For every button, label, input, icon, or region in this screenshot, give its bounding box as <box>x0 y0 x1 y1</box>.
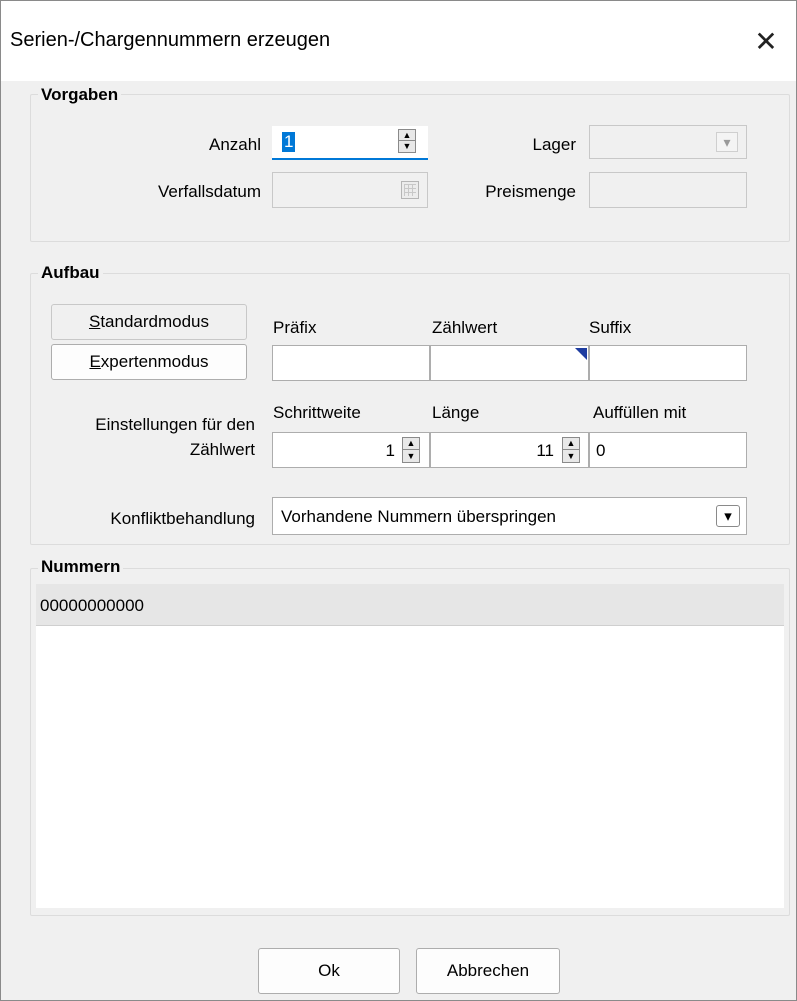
ok-button[interactable]: Ok <box>258 948 400 994</box>
indicator-icon <box>575 348 587 360</box>
list-item[interactable]: 00000000000 <box>36 584 784 626</box>
schrittweite-spinner[interactable]: ▲ ▼ <box>402 437 420 463</box>
spin-up-icon[interactable]: ▲ <box>399 130 415 141</box>
konflikt-select[interactable]: Vorhandene Nummern überspringen ▾ <box>272 497 747 535</box>
einstellungen-label-line2: Zählwert <box>189 440 255 459</box>
auffuellen-input[interactable]: 0 <box>589 432 747 468</box>
zaehlwert-label: Zählwert <box>432 318 498 337</box>
auffuellen-label: Auffüllen mit <box>593 403 687 422</box>
aufbau-title: Aufbau <box>38 263 103 283</box>
auffuellen-value: 0 <box>596 441 606 460</box>
laenge-value: 11 <box>536 441 554 460</box>
spin-down-icon[interactable]: ▼ <box>399 141 415 152</box>
close-button[interactable]: ✕ <box>736 1 796 81</box>
chevron-down-icon[interactable]: ▾ <box>716 505 740 527</box>
laenge-label: Länge <box>432 403 480 422</box>
konflikt-value: Vorhandene Nummern überspringen <box>281 507 557 526</box>
list-item-text: 00000000000 <box>40 596 145 615</box>
einstellungen-label-line1: Einstellungen für den <box>95 415 255 434</box>
spin-up-icon[interactable]: ▲ <box>403 438 419 450</box>
anzahl-label: Anzahl <box>209 135 261 154</box>
nummern-title: Nummern <box>38 557 124 577</box>
verfallsdatum-label: Verfallsdatum <box>158 182 261 201</box>
calendar-icon[interactable] <box>401 181 419 199</box>
laenge-spinner[interactable]: ▲ ▼ <box>562 437 580 463</box>
nummern-list[interactable]: 00000000000 <box>36 584 784 908</box>
praefix-input[interactable] <box>272 345 430 381</box>
window-title: Serien-/Chargennummern erzeugen <box>10 29 331 51</box>
spin-down-icon[interactable]: ▼ <box>403 450 419 462</box>
standardmodus-button[interactable]: Standardmodus <box>51 304 247 340</box>
abbrechen-button[interactable]: Abbrechen <box>416 948 560 994</box>
expertenmodus-button[interactable]: Expertenmodus <box>51 344 247 380</box>
suffix-label: Suffix <box>589 318 632 337</box>
close-icon: ✕ <box>754 25 778 57</box>
zaehlwert-input[interactable] <box>430 345 589 381</box>
schrittweite-label: Schrittweite <box>273 403 361 422</box>
lager-label: Lager <box>532 135 576 154</box>
lager-select[interactable]: ▾ <box>589 125 747 159</box>
konflikt-label: Konfliktbehandlung <box>110 509 255 528</box>
spin-up-icon[interactable]: ▲ <box>563 438 579 450</box>
dialog-window: Serien-/Chargennummern erzeugen ✕ Vorgab… <box>0 0 797 1001</box>
vorgaben-group <box>30 94 790 242</box>
preismenge-label: Preismenge <box>485 182 576 201</box>
suffix-input[interactable] <box>589 345 747 381</box>
verfallsdatum-input[interactable] <box>272 172 428 208</box>
anzahl-spinner[interactable]: ▲ ▼ <box>398 129 416 153</box>
anzahl-value: 1 <box>282 132 296 152</box>
vorgaben-title: Vorgaben <box>38 85 122 105</box>
schrittweite-value: 1 <box>385 441 395 460</box>
chevron-down-icon[interactable]: ▾ <box>716 132 738 152</box>
title-bar: Serien-/Chargennummern erzeugen ✕ <box>1 1 796 81</box>
praefix-label: Präfix <box>273 318 317 337</box>
spin-down-icon[interactable]: ▼ <box>563 450 579 462</box>
preismenge-input[interactable] <box>589 172 747 208</box>
